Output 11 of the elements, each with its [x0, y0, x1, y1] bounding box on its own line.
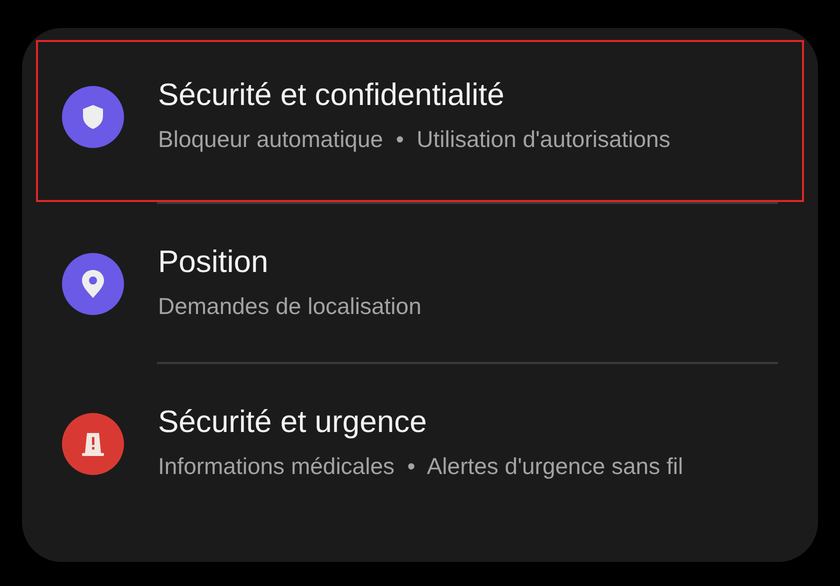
item-title: Sécurité et confidentialité — [158, 76, 506, 114]
warning-beacon-icon — [80, 431, 106, 457]
item-subtitle: Informations médicales • Alertes d'urgence sans fil — [158, 452, 684, 481]
item-subtitle: Demandes de localisation — [158, 292, 422, 320]
settings-item[interactable]: Sécurité et urgence Informations médicales • Alertes d'urgence sans fil — [36, 364, 804, 522]
item-title: Sécurité et urgence — [158, 402, 428, 440]
item-subtitle: Bloqueur automatique • Utilisation d'autorisations — [158, 124, 672, 154]
item-title: Position — [158, 242, 270, 280]
location-pin-icon — [81, 269, 105, 299]
shield-icon — [82, 104, 104, 130]
settings-item[interactable]: Position Demandes de localisation — [36, 204, 804, 362]
